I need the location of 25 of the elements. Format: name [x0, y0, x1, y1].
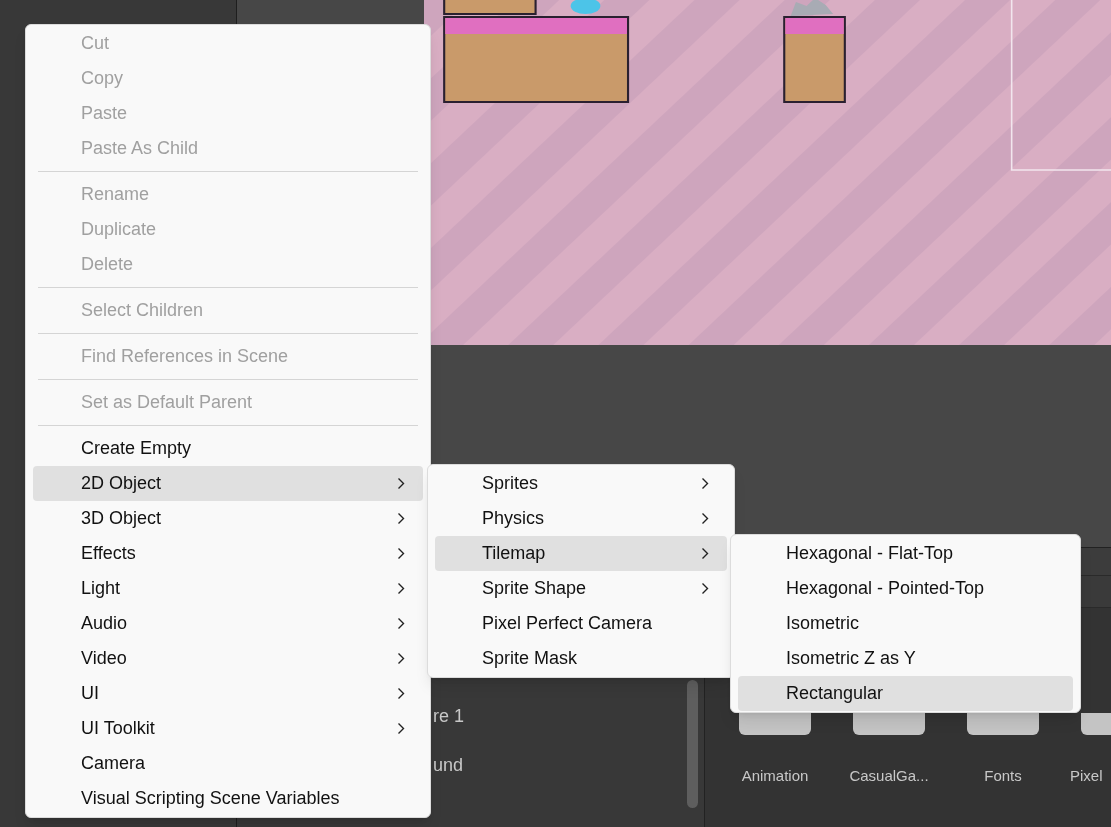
folder-icon[interactable]	[967, 713, 1039, 735]
chevron-right-icon	[397, 617, 405, 630]
chevron-right-icon	[397, 477, 405, 490]
chevron-right-icon	[397, 582, 405, 595]
chevron-right-icon	[701, 477, 709, 490]
folder-label[interactable]: Fonts	[984, 765, 1022, 788]
folder-icon[interactable]	[853, 713, 925, 735]
folder-label[interactable]: CasualGa...	[849, 765, 929, 788]
menu-item[interactable]: Tilemap	[435, 536, 727, 571]
folder-label[interactable]: Animation	[741, 765, 809, 788]
hierarchy-item[interactable]: und	[433, 752, 464, 779]
scrollbar[interactable]	[687, 680, 698, 808]
folder-label[interactable]: Pixel	[1070, 765, 1103, 788]
hierarchy-item[interactable]: re 1	[433, 703, 465, 730]
chevron-right-icon	[701, 547, 709, 560]
chevron-right-icon	[397, 512, 405, 525]
chevron-right-icon	[397, 722, 405, 735]
chevron-right-icon	[397, 687, 405, 700]
chevron-right-icon	[397, 652, 405, 665]
chevron-right-icon	[701, 512, 709, 525]
menu-item[interactable]: 2D Object	[33, 466, 423, 501]
chevron-right-icon	[701, 582, 709, 595]
folder-icon[interactable]	[739, 713, 811, 735]
menu-item[interactable]: Rectangular	[738, 676, 1073, 711]
chevron-right-icon	[397, 547, 405, 560]
